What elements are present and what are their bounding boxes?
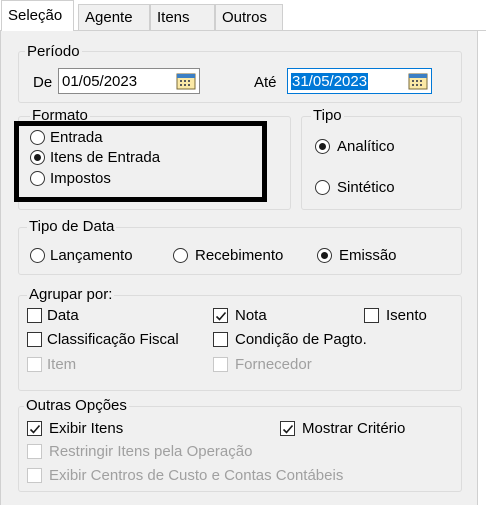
checkbox-label: Data	[47, 307, 79, 324]
tab-label: Itens	[157, 9, 190, 26]
tab-label: Seleção	[8, 7, 63, 24]
radio-icon	[30, 248, 45, 263]
tab-label: Outros	[222, 9, 268, 26]
checkbox-disabled-icon	[213, 357, 228, 372]
tab-itens[interactable]: Itens	[150, 4, 215, 30]
radio-selected-icon	[315, 139, 330, 154]
de-label: De	[33, 74, 53, 91]
radio-label: Impostos	[50, 170, 111, 187]
checkbox-label: Nota	[235, 307, 267, 324]
checkbox-label: Exibir Itens	[49, 420, 124, 437]
agrupar-legend: Agrupar por:	[27, 286, 115, 303]
checkmark-icon	[280, 421, 295, 436]
checkbox-label: Mostrar Critério	[302, 420, 406, 437]
outras-opcoes-legend: Outras Opções	[24, 397, 129, 414]
radio-icon	[30, 130, 45, 145]
tipo-data-legend: Tipo de Data	[27, 218, 117, 235]
ate-date-field[interactable]: 31/05/2023	[287, 68, 432, 94]
radio-label: Itens de Entrada	[50, 149, 161, 166]
calendar-icon[interactable]	[408, 72, 428, 90]
checkmark-icon	[213, 308, 228, 323]
checkbox-icon	[27, 332, 42, 347]
radio-icon	[30, 171, 45, 186]
radio-icon	[315, 180, 330, 195]
radio-selected-icon	[317, 248, 332, 263]
tab-agente[interactable]: Agente	[78, 4, 150, 30]
checkbox-label: Exibir Centros de Custo e Contas Contábe…	[49, 467, 344, 484]
ate-label: Até	[254, 74, 277, 91]
checkbox-label: Fornecedor	[235, 356, 312, 373]
radio-selected-icon	[30, 150, 45, 165]
checkbox-icon	[27, 308, 42, 323]
tab-label: Agente	[85, 9, 133, 26]
tab-outros[interactable]: Outros	[215, 4, 283, 30]
checkbox-label: Restringir Itens pela Operação	[49, 443, 253, 460]
ate-date-value: 31/05/2023	[291, 73, 369, 90]
checkbox-label: Item	[47, 356, 77, 373]
radio-label: Recebimento	[195, 247, 284, 264]
checkbox-label: Classificação Fiscal	[47, 331, 179, 348]
radio-label: Analítico	[337, 138, 395, 155]
radio-label: Lançamento	[50, 247, 133, 264]
radio-label: Emissão	[339, 247, 397, 264]
checkbox-disabled-icon	[27, 357, 42, 372]
checkbox-icon	[364, 308, 379, 323]
tab-selecao[interactable]: Seleção	[1, 0, 74, 31]
radio-label: Entrada	[50, 129, 103, 146]
checkmark-icon	[27, 421, 42, 436]
de-date-value: 01/05/2023	[62, 73, 138, 90]
checkbox-label: Condição de Pagto.	[235, 331, 367, 348]
radio-icon	[173, 248, 188, 263]
checkbox-icon	[213, 332, 228, 347]
tipo-legend: Tipo	[311, 107, 344, 124]
periodo-legend: Período	[25, 43, 82, 60]
checkbox-disabled-icon	[27, 444, 42, 459]
de-date-field[interactable]: 01/05/2023	[58, 68, 200, 94]
checkbox-label: Isento	[386, 307, 427, 324]
checkbox-disabled-icon	[27, 468, 42, 483]
radio-label: Sintético	[337, 179, 395, 196]
calendar-icon[interactable]	[176, 72, 196, 90]
